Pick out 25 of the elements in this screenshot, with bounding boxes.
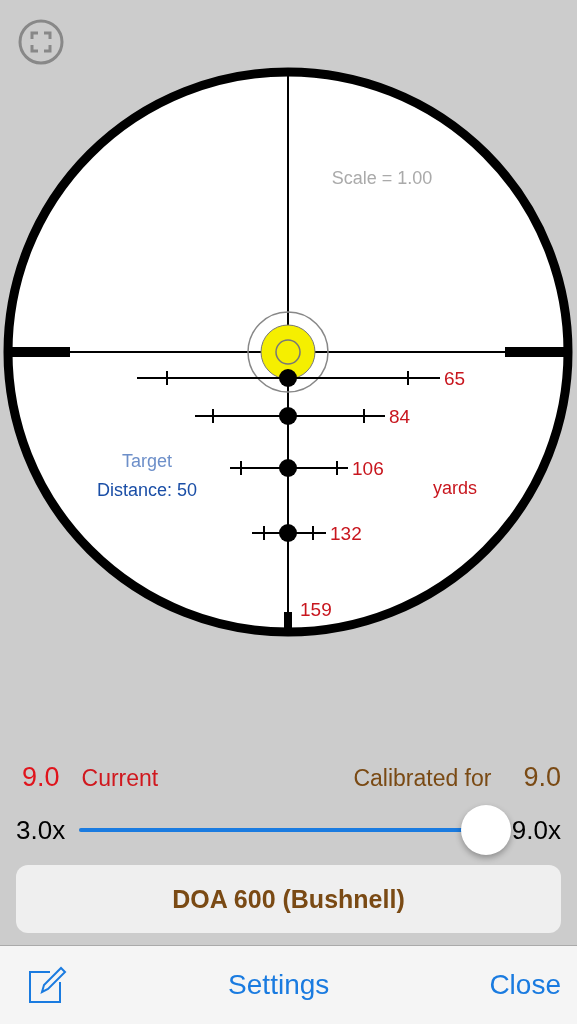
max-power-label: 9.0x [511,814,561,846]
current-power-value: 9.0 [22,762,60,793]
fullscreen-icon [18,19,64,65]
edit-button[interactable] [26,964,68,1006]
power-slider[interactable] [79,803,512,857]
settings-button[interactable]: Settings [228,969,330,1001]
target-rings-icon [247,311,329,393]
range-label: 106 [352,458,384,479]
range-label: 84 [389,406,411,427]
range-label: 65 [444,368,466,389]
min-power-label: 3.0x [16,814,66,846]
calibrated-value: 9.0 [523,762,561,793]
range-label: 159 [300,599,332,620]
unit-label: yards [433,478,477,498]
current-power-label: Current [81,765,159,792]
range-label: 132 [330,523,362,544]
calibrated-label: Calibrated for [353,765,492,792]
edit-icon [26,964,68,1006]
distance-label: Distance: 50 [96,480,198,500]
target-label: Target [122,451,172,471]
scale-text: Scale = 1.00 [331,168,433,188]
fullscreen-button[interactable] [18,19,64,65]
reticle-button[interactable]: DOA 600 (Bushnell) [16,865,561,933]
close-button[interactable]: Close [489,969,561,1001]
slider-thumb[interactable] [460,805,511,855]
